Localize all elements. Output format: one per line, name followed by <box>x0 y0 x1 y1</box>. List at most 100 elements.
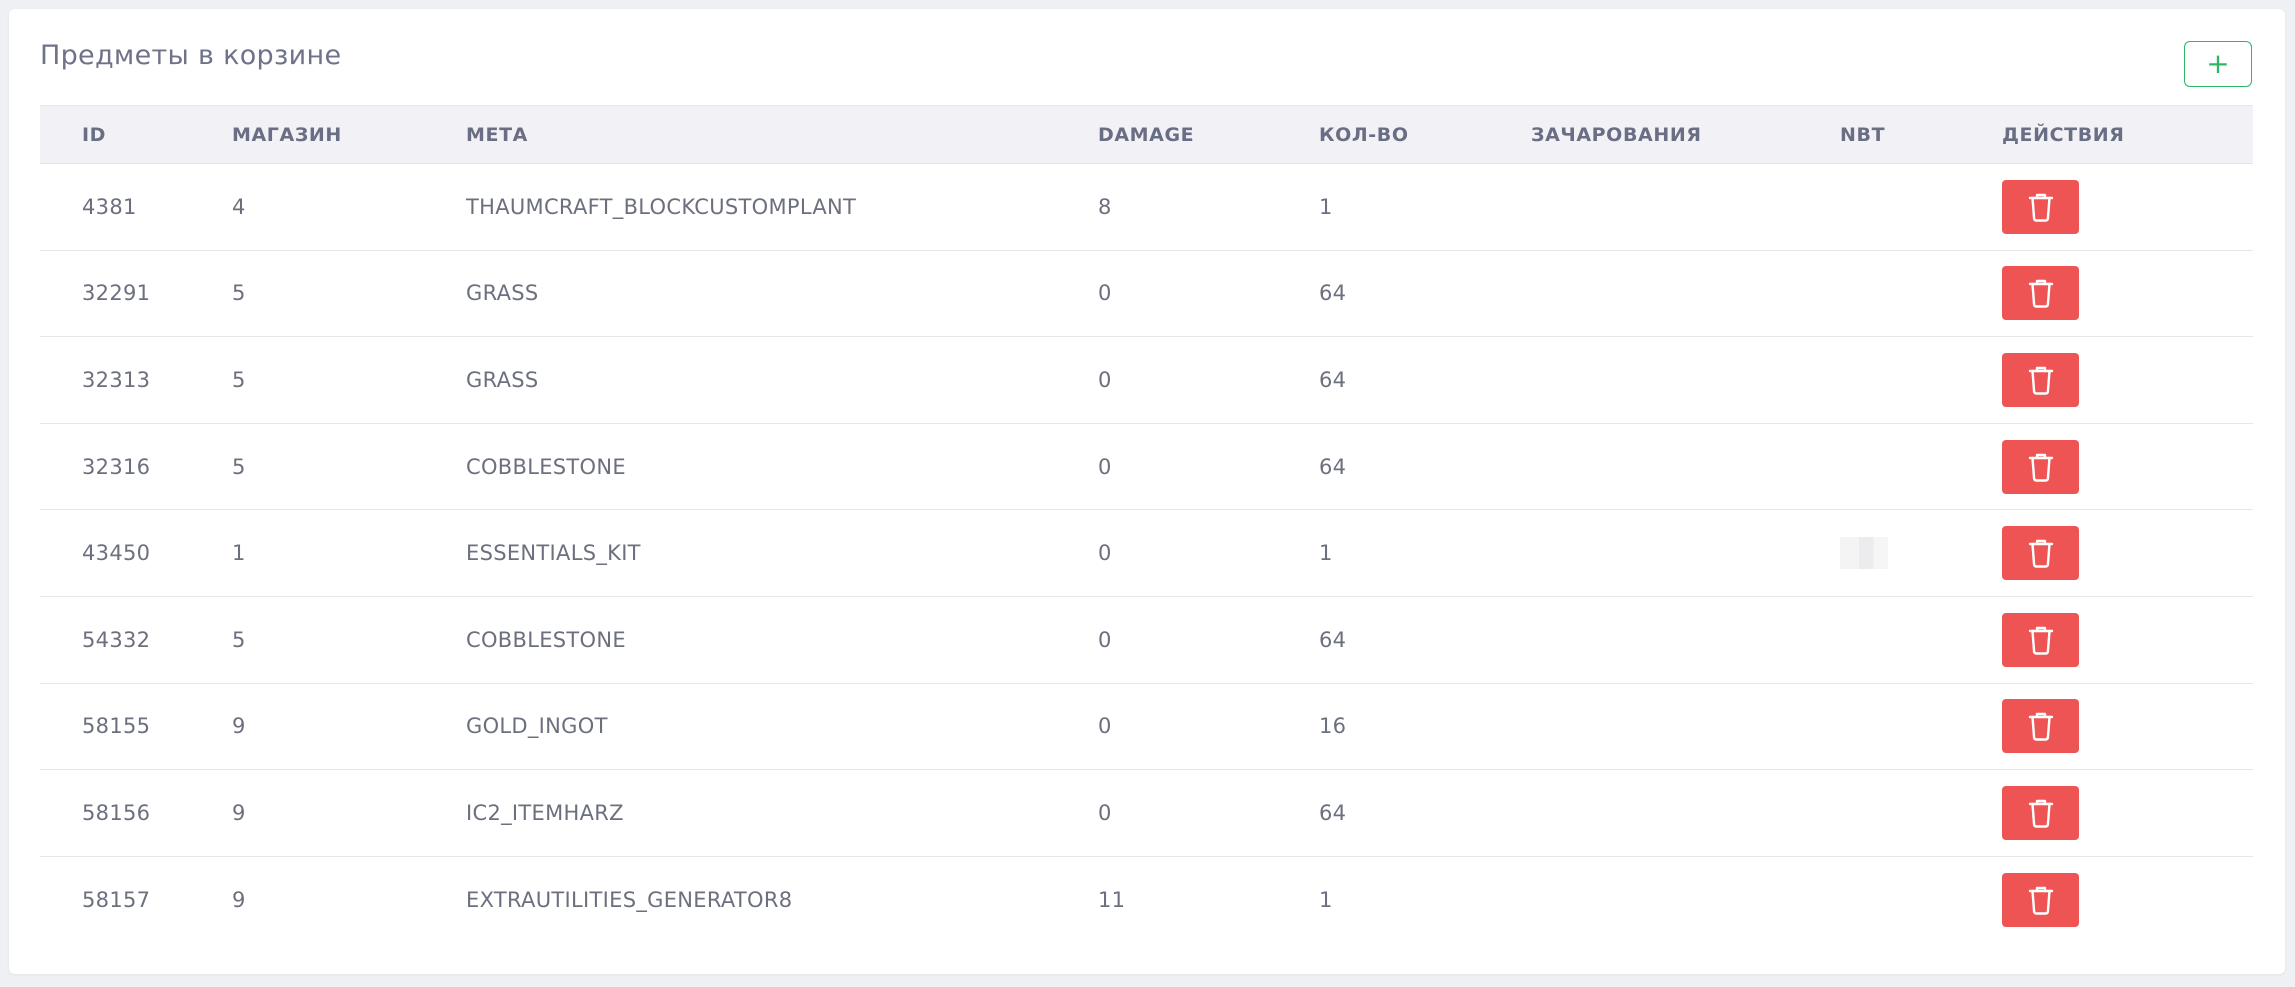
cell-quantity: 1 <box>1319 194 1333 219</box>
card-title: Предметы в корзине <box>40 40 342 71</box>
cell-quantity: 1 <box>1319 541 1333 566</box>
plus-icon: + <box>2206 47 2230 80</box>
cell-meta: THAUMCRAFT_BLOCKCUSTOMPLANT <box>466 194 857 219</box>
cell-shop: 5 <box>232 454 246 479</box>
table-row: 32291 5 GRASS 0 64 <box>40 250 2253 337</box>
cell-actions <box>2002 856 2253 943</box>
cell-shop: 5 <box>232 367 246 392</box>
cell-damage: 0 <box>1098 627 1112 652</box>
trash-icon <box>2028 885 2054 915</box>
cell-nbt <box>1840 856 2002 943</box>
cell-nbt <box>1840 770 2002 857</box>
delete-item-button[interactable] <box>2002 352 2079 407</box>
cell-nbt <box>1840 683 2002 770</box>
delete-item-button[interactable] <box>2002 266 2079 321</box>
cell-damage: 0 <box>1098 367 1112 392</box>
cell-actions <box>2002 423 2253 510</box>
trash-icon <box>2028 711 2054 742</box>
cell-id: 58155 <box>82 714 151 739</box>
column-header-quantity: КОЛ-ВО <box>1319 123 1409 146</box>
column-header-meta: МЕТА <box>466 123 528 146</box>
cell-nbt <box>1840 510 2002 597</box>
cell-quantity: 1 <box>1319 887 1333 912</box>
column-header-id: ID <box>82 123 107 146</box>
cell-id: 43450 <box>82 541 151 566</box>
trash-icon <box>2028 798 2054 828</box>
cell-quantity: 64 <box>1319 367 1347 392</box>
cell-enchantments <box>1531 423 1840 510</box>
cell-id: 32316 <box>82 454 151 479</box>
table-row: 58155 9 GOLD_INGOT 0 16 <box>40 683 2253 770</box>
table-row: 54332 5 COBBLESTONE 0 64 <box>40 596 2253 684</box>
cell-nbt <box>1840 250 2002 337</box>
cart-items-table: ID МАГАЗИН МЕТА DAMAGE КОЛ-ВО ЗАЧАРОВАНИ… <box>40 105 2253 943</box>
delete-item-button[interactable] <box>2002 785 2079 840</box>
cell-actions <box>2002 596 2253 683</box>
cell-enchantments <box>1531 770 1840 857</box>
cell-shop: 9 <box>232 887 246 912</box>
cell-enchantments <box>1531 856 1840 943</box>
cell-damage: 8 <box>1098 194 1112 219</box>
cell-meta: COBBLESTONE <box>466 627 626 652</box>
cell-shop: 9 <box>232 714 246 739</box>
column-header-actions: ДЕЙСТВИЯ <box>2002 123 2125 146</box>
table-row: 58156 9 IC2_ITEMHARZ 0 64 <box>40 770 2253 857</box>
cell-id: 54332 <box>82 627 151 652</box>
trash-icon <box>2028 192 2054 222</box>
cell-damage: 0 <box>1098 454 1112 479</box>
cell-nbt <box>1840 596 2002 683</box>
delete-item-button[interactable] <box>2002 439 2079 494</box>
cell-enchantments <box>1531 337 1840 424</box>
trash-icon <box>2028 452 2054 482</box>
cell-id: 58156 <box>82 800 151 825</box>
cell-nbt <box>1840 423 2002 510</box>
column-header-shop: МАГАЗИН <box>232 123 342 146</box>
cell-nbt <box>1840 164 2002 251</box>
cell-enchantments <box>1531 510 1840 597</box>
table-header-row: ID МАГАЗИН МЕТА DAMAGE КОЛ-ВО ЗАЧАРОВАНИ… <box>40 105 2253 164</box>
cell-nbt <box>1840 337 2002 424</box>
add-item-button[interactable]: + <box>2184 41 2252 87</box>
cell-actions <box>2002 250 2253 337</box>
cell-quantity: 64 <box>1319 454 1347 479</box>
table-row: 58157 9 EXTRAUTILITIES_GENERATOR8 11 1 <box>40 856 2253 943</box>
cell-enchantments <box>1531 250 1840 337</box>
cell-meta: ESSENTIALS_KIT <box>466 541 641 566</box>
cell-quantity: 64 <box>1319 627 1347 652</box>
column-header-enchantments: ЗАЧАРОВАНИЯ <box>1531 123 1702 146</box>
cell-shop: 9 <box>232 800 246 825</box>
delete-item-button[interactable] <box>2002 526 2079 581</box>
cell-meta: GRASS <box>466 367 539 392</box>
delete-item-button[interactable] <box>2002 612 2079 667</box>
trash-icon <box>2028 278 2054 309</box>
cell-damage: 0 <box>1098 714 1112 739</box>
table-row: 4381 4 THAUMCRAFT_BLOCKCUSTOMPLANT 8 1 <box>40 164 2253 251</box>
trash-icon <box>2028 625 2054 655</box>
cell-damage: 0 <box>1098 800 1112 825</box>
cart-items-card: Предметы в корзине + ID МАГАЗИН МЕТА DAM… <box>9 9 2285 974</box>
trash-icon <box>2028 538 2054 568</box>
cell-quantity: 64 <box>1319 281 1347 306</box>
cell-meta: EXTRAUTILITIES_GENERATOR8 <box>466 887 793 912</box>
cell-id: 4381 <box>82 194 137 219</box>
cell-actions <box>2002 770 2253 857</box>
table-row: 32313 5 GRASS 0 64 <box>40 337 2253 424</box>
cell-quantity: 16 <box>1319 714 1347 739</box>
delete-item-button[interactable] <box>2002 872 2079 927</box>
cell-shop: 1 <box>232 541 246 566</box>
delete-item-button[interactable] <box>2002 699 2079 754</box>
cell-actions <box>2002 683 2253 770</box>
cell-damage: 0 <box>1098 541 1112 566</box>
cell-id: 32291 <box>82 281 151 306</box>
cell-meta: GRASS <box>466 281 539 306</box>
cell-enchantments <box>1531 683 1840 770</box>
cell-shop: 4 <box>232 194 246 219</box>
cell-meta: GOLD_INGOT <box>466 714 608 739</box>
column-header-nbt: NBT <box>1840 123 1886 146</box>
cell-damage: 0 <box>1098 281 1112 306</box>
cell-actions <box>2002 164 2253 251</box>
column-header-damage: DAMAGE <box>1098 123 1195 146</box>
delete-item-button[interactable] <box>2002 179 2079 234</box>
table-row: 32316 5 COBBLESTONE 0 64 <box>40 423 2253 510</box>
cell-actions <box>2002 337 2253 424</box>
